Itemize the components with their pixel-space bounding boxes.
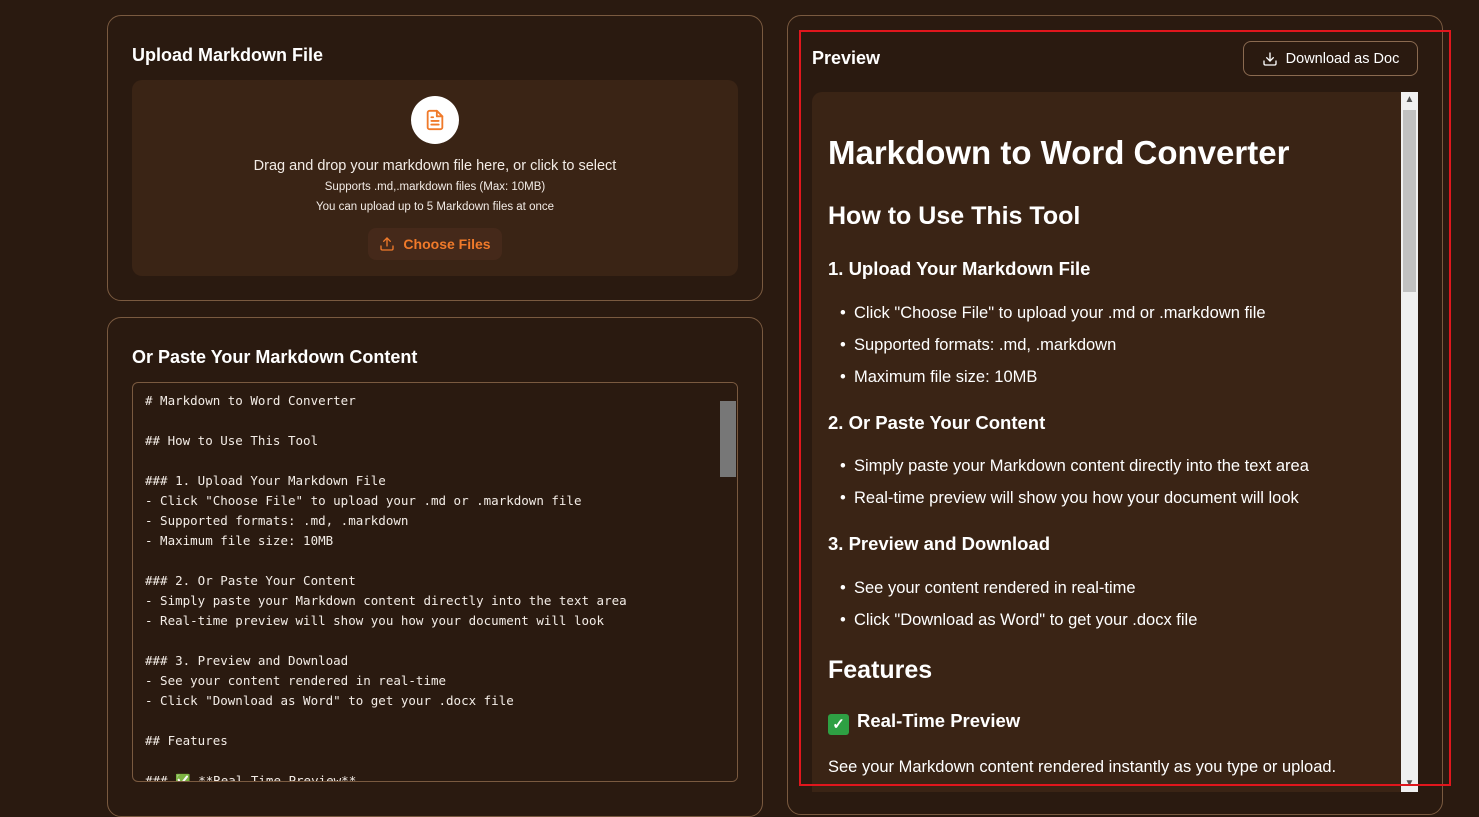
preview-h2-features: Features <box>828 656 933 684</box>
scroll-down-icon[interactable]: ▼ <box>1401 776 1418 792</box>
upload-icon <box>380 237 395 251</box>
preview-h1: Markdown to Word Converter <box>828 134 1290 171</box>
choose-files-button[interactable]: Choose Files <box>368 228 502 260</box>
preview-h3-realtime: ✓ Real-Time Preview <box>828 710 1020 735</box>
preview-h3-download: 3. Preview and Download <box>828 533 1051 554</box>
file-icon <box>411 96 459 144</box>
editor-scroll-thumb[interactable] <box>720 401 736 477</box>
download-doc-button[interactable]: Download as Doc <box>1243 41 1418 76</box>
realtime-paragraph: See your Markdown content rendered insta… <box>828 758 1337 776</box>
list-item: Simply paste your Markdown content direc… <box>840 457 1309 476</box>
editor-scrollbar[interactable] <box>719 383 737 781</box>
upload-title: Upload Markdown File <box>132 45 324 65</box>
list-item: Maximum file size: 10MB <box>840 368 1037 387</box>
markdown-text[interactable]: # Markdown to Word Converter ## How to U… <box>145 391 717 781</box>
realtime-heading-text: Real-Time Preview <box>857 710 1021 731</box>
list-item: See your content rendered in real-time <box>840 579 1136 598</box>
dropzone[interactable]: Drag and drop your markdown file here, o… <box>132 80 738 276</box>
list-item: Click "Choose File" to upload your .md o… <box>840 304 1266 323</box>
drop-instructions: Drag and drop your markdown file here, o… <box>253 158 617 174</box>
paste-title: Or Paste Your Markdown Content <box>132 347 418 367</box>
preview-title: Preview <box>812 48 881 68</box>
choose-files-label: Choose Files <box>403 236 491 252</box>
list-item: Click "Download as Word" to get your .do… <box>840 611 1197 630</box>
preview-h2-how: How to Use This Tool <box>828 202 1081 230</box>
preview-h3-paste: 2. Or Paste Your Content <box>828 412 1046 433</box>
list-item: Supported formats: .md, .markdown <box>840 336 1116 355</box>
paste-card: Or Paste Your Markdown Content # Markdow… <box>107 317 763 817</box>
preview-scrollbar[interactable]: ▲ ▼ <box>1401 92 1418 792</box>
download-icon <box>1263 51 1277 66</box>
preview-h3-upload: 1. Upload Your Markdown File <box>828 258 1091 279</box>
preview-pane[interactable]: Markdown to Word Converter How to Use Th… <box>812 92 1418 792</box>
supported-formats-text: Supports .md,.markdown files (Max: 10MB) <box>324 181 546 193</box>
list-item: Real-time preview will show you how your… <box>840 489 1299 508</box>
preview-scroll-thumb[interactable] <box>1403 110 1416 292</box>
download-doc-label: Download as Doc <box>1285 50 1400 67</box>
checkmark-icon: ✓ <box>828 714 849 735</box>
scroll-up-icon[interactable]: ▲ <box>1401 92 1418 108</box>
markdown-textarea[interactable]: # Markdown to Word Converter ## How to U… <box>132 382 738 782</box>
upload-limit-text: You can upload up to 5 Markdown files at… <box>315 201 555 213</box>
upload-card: Upload Markdown File Drag and drop your … <box>107 15 763 301</box>
